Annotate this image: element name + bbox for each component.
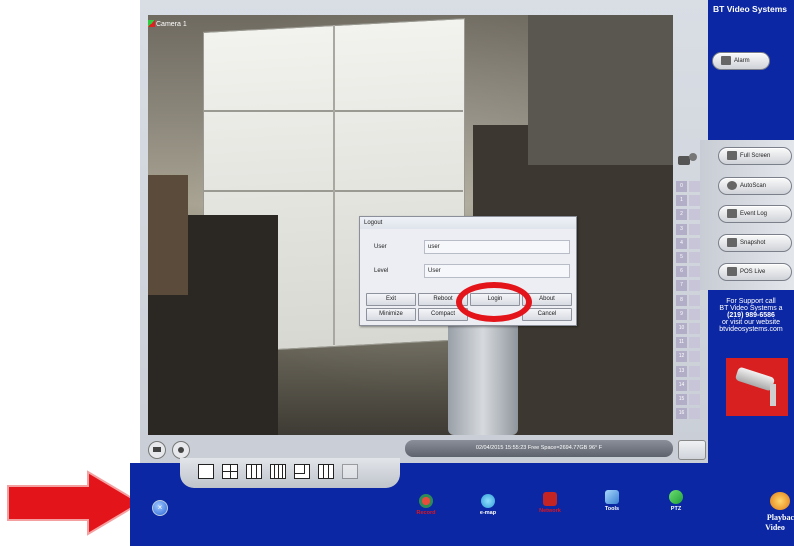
camera-number-button[interactable]: 3 bbox=[676, 223, 687, 235]
support-line: btvideosystems.com bbox=[719, 326, 783, 333]
exit-button[interactable]: Exit bbox=[366, 293, 416, 306]
camera-channel-button[interactable] bbox=[689, 237, 700, 249]
layout-4-icon[interactable] bbox=[222, 464, 238, 479]
camera-number-button[interactable]: 16 bbox=[676, 408, 687, 420]
network-icon bbox=[543, 492, 557, 506]
user-field[interactable]: user bbox=[424, 240, 570, 254]
camera-channel-button[interactable] bbox=[689, 394, 700, 405]
network-button[interactable]: Network bbox=[528, 492, 572, 514]
camera-channel-button[interactable] bbox=[689, 337, 700, 349]
tools-button[interactable]: Tools bbox=[590, 490, 634, 512]
camera-number-button[interactable]: 1 bbox=[676, 195, 687, 207]
camera-number-button[interactable]: 12 bbox=[676, 351, 687, 363]
camera-number-button[interactable]: 11 bbox=[676, 337, 687, 349]
camera-select-button[interactable] bbox=[678, 440, 706, 460]
security-camera-image bbox=[726, 358, 788, 416]
support-line: or visit our website bbox=[722, 319, 780, 326]
user-label: User bbox=[374, 244, 387, 250]
layout-10-icon[interactable] bbox=[318, 464, 334, 479]
camera-number-button[interactable]: 13 bbox=[676, 365, 687, 377]
pos-live-button[interactable]: POS Live bbox=[718, 263, 792, 281]
layout-1-icon[interactable] bbox=[198, 464, 214, 479]
ptz-icon bbox=[669, 490, 683, 504]
pos-icon bbox=[727, 266, 737, 276]
camera-number-button[interactable]: 6 bbox=[676, 266, 687, 278]
left-margin bbox=[0, 0, 140, 546]
close-icon[interactable]: × bbox=[152, 500, 168, 516]
snapshot-icon bbox=[727, 237, 737, 247]
camera-number-button[interactable]: 9 bbox=[676, 308, 687, 320]
camera-number-button[interactable]: 4 bbox=[676, 237, 687, 249]
camera-number-button[interactable]: 15 bbox=[676, 394, 687, 405]
layout-6-icon[interactable] bbox=[294, 464, 310, 479]
camera-channel-button[interactable] bbox=[689, 323, 700, 334]
camera-channel-button[interactable] bbox=[689, 266, 700, 278]
camera-channel-button[interactable] bbox=[689, 181, 700, 192]
support-line: (219) 989-6586 bbox=[727, 312, 775, 319]
camera-channel-button[interactable] bbox=[689, 209, 700, 221]
keyboard-button[interactable] bbox=[148, 441, 166, 459]
status-bar: 02/04/2015 15:55:23 Free Space=2694.77GB… bbox=[405, 440, 673, 457]
camera-number-button[interactable]: 5 bbox=[676, 252, 687, 263]
tools-icon bbox=[605, 490, 619, 504]
playback-icon[interactable] bbox=[770, 492, 790, 510]
alarm-button[interactable]: Alarm bbox=[712, 52, 770, 70]
alarm-icon bbox=[721, 55, 731, 65]
playback-video-button[interactable]: Playbac Video bbox=[756, 513, 794, 533]
layout-selector bbox=[180, 458, 400, 488]
camera-number-button[interactable]: 14 bbox=[676, 379, 687, 391]
annotation-circle bbox=[456, 282, 532, 322]
camera-number-button[interactable]: 8 bbox=[676, 294, 687, 306]
snapshot-button[interactable]: Snapshot bbox=[718, 234, 792, 252]
camera-channel-button[interactable] bbox=[689, 365, 700, 377]
emap-icon bbox=[481, 494, 495, 508]
camera-channel-button[interactable] bbox=[689, 351, 700, 363]
fullscreen-icon bbox=[727, 150, 737, 160]
camera-flag-icon bbox=[148, 20, 155, 27]
camera-channel-button[interactable] bbox=[689, 294, 700, 306]
camera-channel-button[interactable] bbox=[689, 280, 700, 292]
record-icon bbox=[419, 494, 433, 508]
camera-number-button[interactable]: 10 bbox=[676, 323, 687, 334]
left-shelf bbox=[148, 175, 188, 295]
camera-label: Camera 1 bbox=[156, 21, 187, 28]
event-log-icon bbox=[727, 208, 737, 218]
record-button[interactable]: Record bbox=[404, 494, 448, 516]
camera-number-button[interactable]: 2 bbox=[676, 209, 687, 221]
dialog-title: Logout bbox=[360, 217, 576, 229]
layout-disabled-icon bbox=[342, 464, 358, 479]
camera-icon[interactable] bbox=[678, 152, 698, 166]
layout-16-icon[interactable] bbox=[270, 464, 286, 479]
ptz-button[interactable]: PTZ bbox=[654, 490, 698, 512]
camera-channel-button[interactable] bbox=[689, 308, 700, 320]
autoscan-button[interactable]: AutoScan bbox=[718, 177, 792, 195]
camera-number-button[interactable]: 0 bbox=[676, 181, 687, 192]
camera-number-button[interactable]: 7 bbox=[676, 280, 687, 292]
camera-channel-button[interactable] bbox=[689, 379, 700, 391]
cancel-button[interactable]: Cancel bbox=[522, 308, 572, 321]
layout-9-icon[interactable] bbox=[246, 464, 262, 479]
volume-button[interactable] bbox=[172, 441, 190, 459]
event-log-button[interactable]: Event Log bbox=[718, 205, 792, 223]
level-label: Level bbox=[374, 268, 389, 274]
camera-channel-button[interactable] bbox=[689, 408, 700, 420]
camera-channel-button[interactable] bbox=[689, 252, 700, 263]
camera-channel-button[interactable] bbox=[689, 223, 700, 235]
emap-button[interactable]: e-map bbox=[466, 494, 510, 516]
minimize-button[interactable]: Minimize bbox=[366, 308, 416, 321]
level-field: User bbox=[424, 264, 570, 278]
camera-channel-button[interactable] bbox=[689, 195, 700, 207]
annotation-arrow bbox=[7, 470, 142, 536]
support-line: For Support call bbox=[726, 298, 776, 305]
full-screen-button[interactable]: Full Screen bbox=[718, 147, 792, 165]
autoscan-icon bbox=[727, 180, 737, 190]
bin bbox=[448, 315, 518, 435]
brand-title: BT Video Systems bbox=[713, 4, 788, 14]
support-line: BT Video Systems a bbox=[719, 305, 783, 312]
support-info: For Support call BT Video Systems a (219) … bbox=[706, 298, 794, 333]
